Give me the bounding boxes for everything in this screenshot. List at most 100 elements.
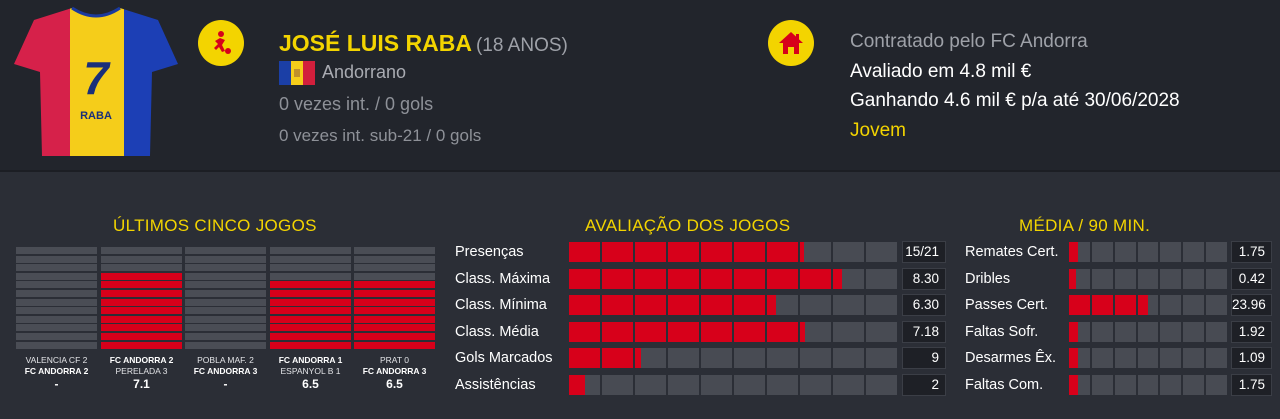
match-team-1: FC ANDORRA 1 (278, 355, 343, 365)
stat-label: Gols Marcados (455, 350, 553, 366)
bar-cell (1160, 321, 1182, 342)
bar-cell (635, 321, 666, 342)
match-bar-segment (354, 341, 435, 349)
match-team-2: FC ANDORRA 3 (193, 366, 258, 376)
match-result[interactable]: PRAT 0 FC ANDORRA 3 6.5 (354, 355, 435, 391)
match-result[interactable]: VALENCIA CF 2 FC ANDORRA 2- (16, 355, 97, 391)
stat-bar (569, 348, 899, 368)
bar-cell (602, 242, 633, 262)
bar-cell (1069, 295, 1090, 315)
match-bar-segment (354, 264, 435, 272)
stat-bar (569, 242, 899, 262)
bar-cell (767, 321, 798, 342)
match-bar-segment (270, 281, 351, 289)
stat-bar (1069, 268, 1229, 289)
match-bar-segment (101, 324, 182, 332)
bar-cell (602, 321, 633, 342)
bar-cell (668, 268, 699, 289)
stat-label: Class. Máxima (455, 270, 551, 287)
bar-cell (734, 295, 765, 315)
match-bar-segment (101, 264, 182, 272)
bar-cell (1206, 321, 1227, 342)
match-rating-bar (185, 247, 266, 350)
match-bar-segment (185, 298, 266, 306)
bar-cell (701, 268, 732, 289)
bar-cell (1137, 321, 1159, 342)
bar-cell (1114, 242, 1136, 262)
bar-cell (569, 321, 600, 342)
stat-bar (1069, 348, 1229, 368)
squad-status: Jovem (850, 120, 906, 141)
match-bar-segment (16, 341, 97, 349)
bar-cell (1091, 348, 1113, 368)
bar-cell-fill (767, 295, 776, 315)
bar-cell (1091, 295, 1113, 315)
bar-cell (1091, 321, 1113, 342)
stat-bar (1069, 295, 1229, 315)
match-bar-segment (354, 298, 435, 306)
header-divider (0, 170, 1280, 172)
match-bar-segment (354, 315, 435, 323)
bar-cell (1137, 348, 1159, 368)
match-bar-segment (185, 333, 266, 340)
match-bar-segment (270, 264, 351, 272)
match-bar-segment (185, 247, 266, 254)
bar-cell (569, 268, 600, 289)
match-rating: 7.1 (133, 377, 150, 391)
bar-cell (734, 268, 765, 289)
bar-cell (800, 268, 831, 289)
match-bar-segment (16, 247, 97, 254)
stat-value: 8.30 (902, 267, 946, 290)
bar-cell (1183, 374, 1205, 395)
match-bar-segment (16, 272, 97, 280)
match-bar-segment (16, 255, 97, 263)
match-bar-segment (101, 341, 182, 349)
bar-cell (569, 348, 600, 368)
home-icon[interactable] (768, 20, 814, 66)
bar-cell (1160, 295, 1182, 315)
club-link[interactable]: Contratado pelo FC Andorra (850, 31, 1088, 53)
bar-cell (569, 295, 600, 315)
bar-cell (701, 321, 732, 342)
match-bar-segment (354, 247, 435, 254)
football-player-icon[interactable] (198, 20, 244, 66)
bar-cell (866, 268, 897, 289)
bar-cell (866, 242, 897, 262)
bar-cell (1137, 268, 1159, 289)
match-bar-segment (16, 281, 97, 289)
player-value: Avaliado em 4.8 mil € (850, 61, 1032, 82)
bar-cell-fill (1069, 268, 1076, 289)
bar-cell (701, 295, 732, 315)
match-bar-segment (354, 255, 435, 263)
match-rating-bar (101, 247, 182, 350)
match-bar-segment (270, 298, 351, 306)
stat-label: Class. Mínima (455, 297, 547, 313)
bar-cell-fill (833, 268, 842, 289)
player-header: 7 RABA JOSÉ LUIS RABA (18 ANOS) Andorrano… (0, 0, 1280, 170)
bar-cell (1206, 242, 1227, 262)
stat-value: 2 (902, 373, 946, 396)
bar-cell (800, 374, 831, 395)
stat-bar (569, 295, 899, 315)
match-bar-segment (185, 324, 266, 332)
match-bar-segment (354, 307, 435, 315)
match-result[interactable]: FC ANDORRA 1 ESPANYOL B 1 6.5 (270, 355, 351, 391)
bar-cell (767, 374, 798, 395)
match-bar-segment (101, 281, 182, 289)
match-result[interactable]: POBLA MAF. 2 FC ANDORRA 3- (185, 355, 266, 391)
bar-cell (833, 321, 864, 342)
bar-cell (833, 374, 864, 395)
match-bar-segment (16, 264, 97, 272)
stat-label: Class. Média (455, 323, 539, 340)
match-team-1: PRAT 0 (380, 355, 409, 365)
per90-title: MÉDIA / 90 MIN. (1019, 216, 1151, 235)
match-bar-segment (270, 307, 351, 315)
match-bar-segment (354, 324, 435, 332)
bar-cell (668, 295, 699, 315)
stat-label: Desarmes Êx. (965, 350, 1057, 366)
match-rating-bar (270, 247, 351, 350)
match-result[interactable]: FC ANDORRA 2 PERELADA 3 7.1 (101, 355, 182, 391)
match-bar-segment (185, 315, 266, 323)
bar-cell (1114, 295, 1136, 315)
match-bar-segment (16, 298, 97, 306)
